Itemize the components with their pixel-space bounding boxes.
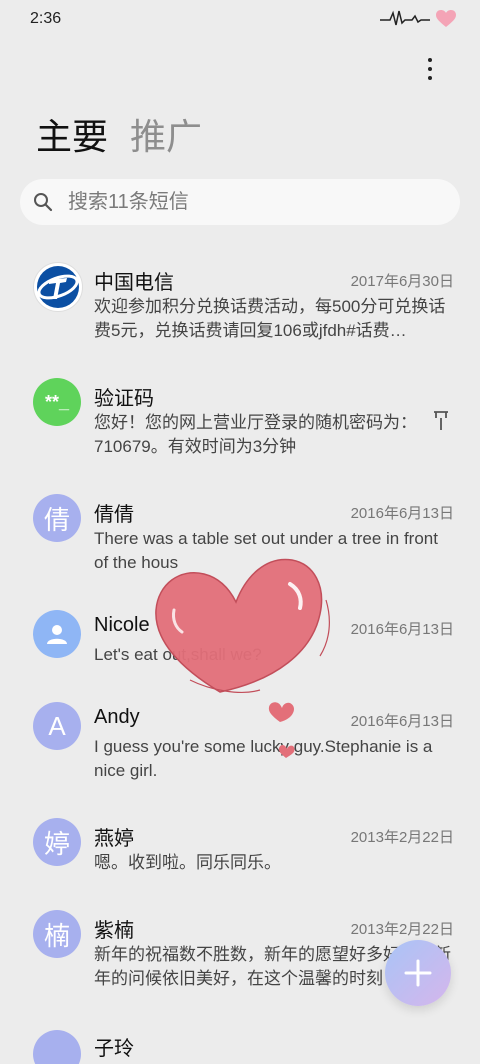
china-telecom-logo-icon (37, 266, 79, 308)
message-date: 2016年6月13日 (350, 713, 454, 730)
message-preview: I guess you're some lucky guy.Stephanie … (94, 737, 433, 780)
message-sender: 子玲 (94, 1038, 134, 1060)
message-preview: There was a table set out under a tree i… (94, 529, 438, 572)
tab-bar: 主要 推广 (36, 108, 202, 160)
tab-promotions[interactable]: 推广 (130, 108, 202, 160)
message-date: 2016年6月13日 (350, 505, 454, 522)
message-sender: 验证码 (94, 388, 154, 410)
message-sender: 燕婷 (94, 828, 134, 850)
search-icon (34, 193, 53, 212)
avatar: 婷 (33, 818, 81, 866)
message-sender: 紫楠 (94, 920, 134, 942)
pin-icon (434, 411, 448, 430)
message-preview: 嗯。收到啦。同乐同乐。 (94, 853, 281, 872)
heartbeat-icon (380, 10, 430, 26)
avatar: A (33, 702, 81, 750)
avatar: **_ (33, 378, 81, 426)
message-preview: 您好！您的网上营业厅登录的随机密码为：710679。有效时间为3分钟 (94, 413, 417, 456)
plus-icon (404, 959, 432, 987)
message-sender: Andy (94, 706, 140, 728)
avatar (33, 610, 81, 658)
message-date: 2013年2月22日 (350, 921, 454, 938)
status-bar: 2:36 (0, 0, 480, 40)
list-item[interactable]: 中国电信 2017年6月30日 欢迎参加积分兑换话费活动，每500分可兑换话费5… (0, 248, 480, 364)
status-icons (380, 9, 456, 29)
avatar (33, 262, 83, 312)
list-item[interactable]: 子玲 (0, 1024, 480, 1064)
person-icon (47, 625, 67, 644)
message-sender: Nicole (94, 614, 150, 636)
list-item[interactable]: **_ 验证码 您好！您的网上营业厅登录的随机密码为：710679。有效时间为3… (0, 364, 480, 480)
message-sender: 中国电信 (94, 272, 174, 294)
message-preview: Let's eat out,shall we? (94, 645, 262, 664)
list-item[interactable]: Nicole 2016年6月13日 Let's eat out,shall we… (0, 596, 480, 688)
search-input[interactable] (66, 189, 410, 215)
message-date: 2016年6月13日 (350, 621, 454, 638)
message-sender: 倩倩 (94, 504, 134, 526)
avatar (33, 1030, 81, 1064)
message-date: 2013年2月22日 (350, 829, 454, 846)
tab-primary[interactable]: 主要 (36, 108, 108, 160)
list-item[interactable]: 婷 燕婷 2013年2月22日 嗯。收到啦。同乐同乐。 (0, 804, 480, 896)
heart-icon (436, 10, 456, 27)
search-bar[interactable] (20, 179, 460, 225)
message-preview: 欢迎参加积分兑换话费活动，每500分可兑换话费5元，兑换话费请回复106或jfd… (94, 297, 446, 340)
more-vertical-icon[interactable] (420, 58, 440, 80)
avatar: 楠 (33, 910, 81, 958)
message-date: 2017年6月30日 (350, 273, 454, 290)
avatar: 倩 (33, 494, 81, 542)
list-item[interactable]: 倩 倩倩 2016年6月13日 There was a table set ou… (0, 480, 480, 596)
list-item[interactable]: A Andy 2016年6月13日 I guess you're some lu… (0, 688, 480, 804)
new-message-button[interactable] (385, 940, 451, 1006)
status-time: 2:36 (30, 10, 62, 27)
